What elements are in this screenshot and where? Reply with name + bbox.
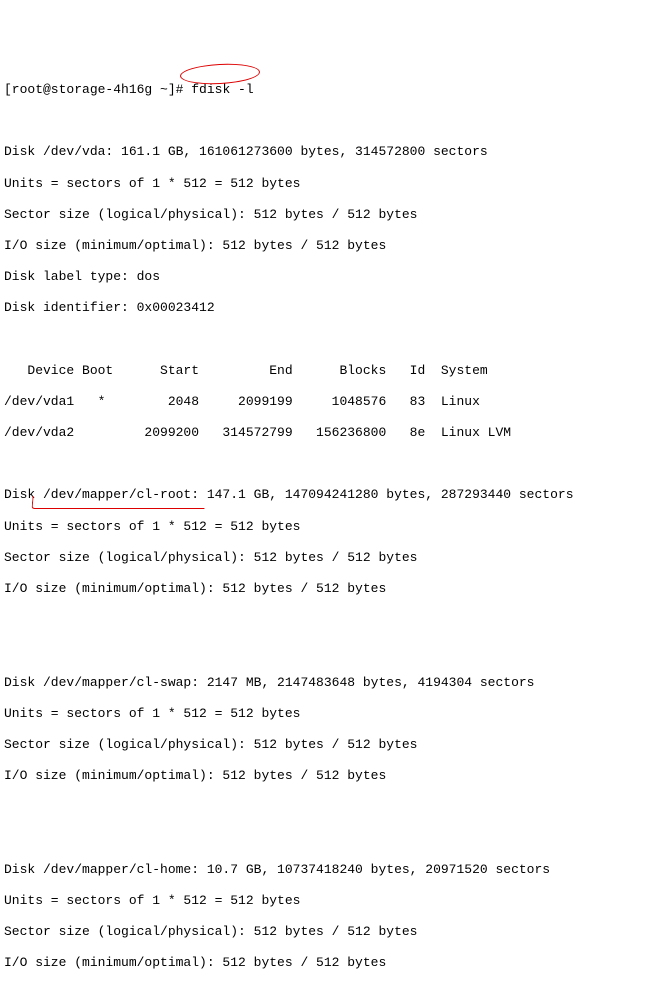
disk-clroot-units: Units = sectors of 1 * 512 = 512 bytes (4, 519, 641, 535)
partition-table-header: Device Boot Start End Blocks Id System (4, 363, 641, 379)
disk-vda-header: Disk /dev/vda: 161.1 GB, 161061273600 by… (4, 144, 641, 160)
disk-clswap-units: Units = sectors of 1 * 512 = 512 bytes (4, 706, 641, 722)
disk-vda-io: I/O size (minimum/optimal): 512 bytes / … (4, 238, 641, 254)
command-line: [root@storage-4h16g ~]# fdisk -l (4, 82, 641, 98)
shell-prompt: [root@storage-4h16g ~]# (4, 82, 191, 97)
partition-row-vda2: /dev/vda2 2099200 314572799 156236800 8e… (4, 425, 641, 441)
disk-clswap-sector: Sector size (logical/physical): 512 byte… (4, 737, 641, 753)
disk-clroot-io: I/O size (minimum/optimal): 512 bytes / … (4, 581, 641, 597)
disk-clhome-io: I/O size (minimum/optimal): 512 bytes / … (4, 955, 641, 971)
disk-clhome-header: Disk /dev/mapper/cl-home: 10.7 GB, 10737… (4, 862, 641, 878)
disk-vda-units: Units = sectors of 1 * 512 = 512 bytes (4, 176, 641, 192)
disk-clroot-sector: Sector size (logical/physical): 512 byte… (4, 550, 641, 566)
disk-clhome-units: Units = sectors of 1 * 512 = 512 bytes (4, 893, 641, 909)
disk-vda-identifier: Disk identifier: 0x00023412 (4, 300, 641, 316)
disk-clhome-sector: Sector size (logical/physical): 512 byte… (4, 924, 641, 940)
disk-vda-sector: Sector size (logical/physical): 512 byte… (4, 207, 641, 223)
terminal-output: [root@storage-4h16g ~]# fdisk -l Disk /d… (4, 66, 641, 1002)
command: fdisk -l (191, 82, 253, 97)
disk-clswap-header: Disk /dev/mapper/cl-swap: 2147 MB, 21474… (4, 675, 641, 691)
partition-row-vda1: /dev/vda1 * 2048 2099199 1048576 83 Linu… (4, 394, 641, 410)
disk-clswap-io: I/O size (minimum/optimal): 512 bytes / … (4, 768, 641, 784)
disk-vda-label: Disk label type: dos (4, 269, 641, 285)
